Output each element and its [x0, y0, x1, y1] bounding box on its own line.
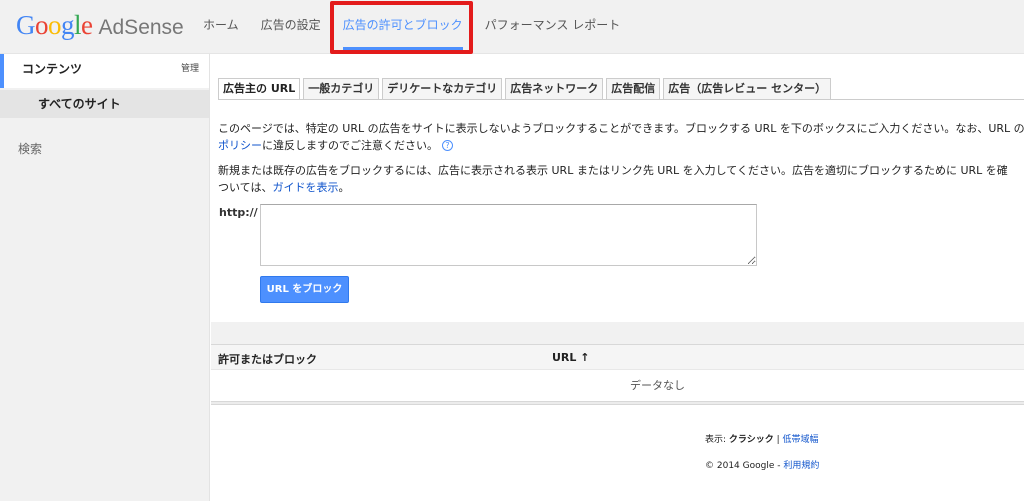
description-2-text: 新規または既存の広告をブロックするには、広告に表示される表示 URL またはリン…: [218, 164, 1008, 177]
description-paragraph-2: 新規または既存の広告をブロックするには、広告に表示される表示 URL またはリン…: [218, 162, 1024, 196]
description-paragraph-1: このページでは、特定の URL の広告をサイトに表示しないようブロックすることが…: [218, 120, 1024, 154]
sidebar-item-content-label: コンテンツ: [22, 62, 83, 76]
policy-link[interactable]: ポリシー: [218, 139, 262, 152]
adsense-logo[interactable]: Google AdSense: [16, 10, 184, 42]
tab-advertiser-urls[interactable]: 広告主の URL: [218, 78, 301, 100]
category-tabs: 広告主の URL 一般カテゴリ デリケートなカテゴリ 広告ネットワーク 広告配信…: [218, 78, 834, 100]
terms-link[interactable]: 利用規約: [783, 461, 819, 471]
description-2-lead: ついては、: [218, 181, 273, 194]
copyright: © 2014 Google - 利用規約: [705, 458, 819, 471]
description-1-tail: に違反しますのでご注意ください。: [262, 139, 438, 152]
column-header-url[interactable]: URL ↑: [552, 351, 589, 364]
display-mode-switcher: 表示: クラシック | 低帯域幅: [705, 432, 819, 445]
google-wordmark: Google: [16, 10, 93, 40]
nav-allow-block-ads[interactable]: 広告の許可とブロック: [332, 0, 474, 54]
table-header: 許可またはブロック URL ↑: [211, 344, 1024, 370]
column-header-allow-block[interactable]: 許可またはブロック: [218, 351, 317, 367]
help-icon[interactable]: ?: [442, 140, 453, 151]
description-2-end: 。: [338, 181, 350, 194]
display-label: 表示:: [705, 435, 729, 445]
manage-link[interactable]: 管理: [181, 54, 199, 84]
sidebar-item-search[interactable]: 検索: [0, 136, 209, 162]
description-1-text: このページでは、特定の URL の広告をサイトに表示しないようブロックすることが…: [218, 122, 1024, 135]
block-url-button[interactable]: URL をブロック: [260, 276, 349, 303]
http-prefix-label: http://: [219, 206, 258, 219]
tab-sensitive-categories[interactable]: デリケートなカテゴリ: [382, 78, 503, 100]
copyright-text: © 2014 Google -: [705, 461, 784, 471]
tab-ad-review-center[interactable]: 広告（広告レビュー センター）: [663, 78, 832, 100]
tab-ad-serving[interactable]: 広告配信: [606, 78, 661, 100]
tab-divider: [218, 99, 1024, 100]
sidebar-item-content[interactable]: コンテンツ 管理: [0, 54, 209, 88]
nav-home[interactable]: ホーム: [192, 0, 250, 54]
product-name: AdSense: [98, 16, 184, 39]
table-footer-rule: [211, 401, 1024, 405]
display-separator: |: [773, 435, 783, 445]
main-panel: 広告主の URL 一般カテゴリ デリケートなカテゴリ 広告ネットワーク 広告配信…: [211, 54, 1024, 501]
main-nav: ホーム 広告の設定 広告の許可とブロック パフォーマンス レポート: [192, 0, 631, 54]
top-bar: Google AdSense ホーム 広告の設定 広告の許可とブロック パフォー…: [0, 0, 1024, 54]
view-guide-link[interactable]: ガイドを表示: [272, 181, 338, 194]
nav-performance-reports[interactable]: パフォーマンス レポート: [474, 0, 632, 54]
low-bandwidth-link[interactable]: 低帯域幅: [783, 435, 819, 445]
nav-ad-settings[interactable]: 広告の設定: [250, 0, 332, 54]
tab-general-categories[interactable]: 一般カテゴリ: [303, 78, 380, 100]
sidebar: コンテンツ 管理 すべてのサイト 検索: [0, 54, 210, 501]
section-separator: [211, 322, 1024, 344]
tab-ad-networks[interactable]: 広告ネットワーク: [505, 78, 604, 100]
sidebar-item-all-sites[interactable]: すべてのサイト: [0, 90, 209, 118]
table-empty-message: データなし: [630, 379, 685, 392]
display-classic-current: クラシック: [728, 435, 774, 445]
url-input[interactable]: [260, 204, 757, 266]
